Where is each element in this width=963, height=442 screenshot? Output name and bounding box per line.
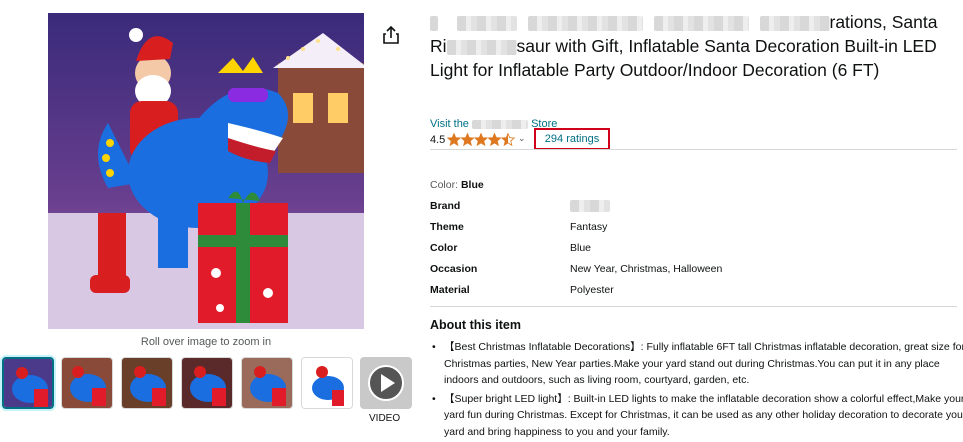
thumbnail-4[interactable] <box>181 357 233 409</box>
chevron-down-icon[interactable]: ⌄ <box>518 133 526 144</box>
star-icon <box>447 133 462 147</box>
store-link-text[interactable]: Visit the <box>430 118 469 130</box>
spec-value: Fantasy <box>570 221 608 233</box>
divider <box>430 149 957 150</box>
star-icon <box>473 133 489 147</box>
zoom-hint: Roll over image to zoom in <box>140 336 272 348</box>
about-bullets: 【Best Christmas Inflatable Decorations】:… <box>430 339 963 442</box>
star-rating[interactable] <box>447 133 515 147</box>
star-icon <box>487 133 502 147</box>
spec-value: Polyester <box>570 284 614 296</box>
main-product-image[interactable] <box>48 13 364 329</box>
redacted-text <box>430 15 438 31</box>
spec-key: Material <box>430 284 470 296</box>
title-fragment: rations, Santa <box>829 12 938 32</box>
spec-key: Occasion <box>430 263 478 275</box>
spec-value: Blue <box>570 242 592 254</box>
video-label: VIDEO <box>369 413 401 424</box>
spec-key: Theme <box>430 221 464 233</box>
spec-key: Color <box>430 242 458 254</box>
divider <box>430 306 957 307</box>
spec-value: New Year, Christmas, Halloween <box>570 263 723 275</box>
redacted-text <box>472 119 528 129</box>
spec-key: Brand <box>430 200 461 212</box>
redacted-text <box>570 200 610 212</box>
color-label: Color: <box>430 179 459 191</box>
redacted-text <box>653 15 749 31</box>
thumbnail-3[interactable] <box>121 357 173 409</box>
product-title: rations, Santa Ri saur with Gift, Inflata… <box>430 10 958 82</box>
thumbnail-6[interactable] <box>301 357 353 409</box>
redacted-text <box>759 15 830 31</box>
video-thumbnail[interactable] <box>360 357 412 409</box>
share-icon[interactable] <box>381 25 401 45</box>
about-title: About this item <box>430 318 521 332</box>
redacted-text <box>527 15 643 31</box>
title-fragment: Ri <box>430 36 447 56</box>
redacted-text <box>456 15 517 31</box>
color-value: Blue <box>460 179 484 191</box>
thumbnail-1[interactable] <box>2 357 54 409</box>
selected-color: Color: Blue <box>430 179 484 191</box>
star-icon <box>460 133 475 147</box>
rating-value: 4.5 <box>430 134 446 146</box>
about-bullet: 【Super bright LED light】: Built-in LED l… <box>432 391 963 441</box>
ratings-count-link[interactable]: 294 ratings <box>534 128 610 150</box>
about-bullet: 【Best Christmas Inflatable Decorations】:… <box>432 339 963 389</box>
star-icon <box>500 133 515 147</box>
thumbnail-2[interactable] <box>61 357 113 409</box>
redacted-text <box>446 39 517 55</box>
thumbnail-5[interactable] <box>241 357 293 409</box>
